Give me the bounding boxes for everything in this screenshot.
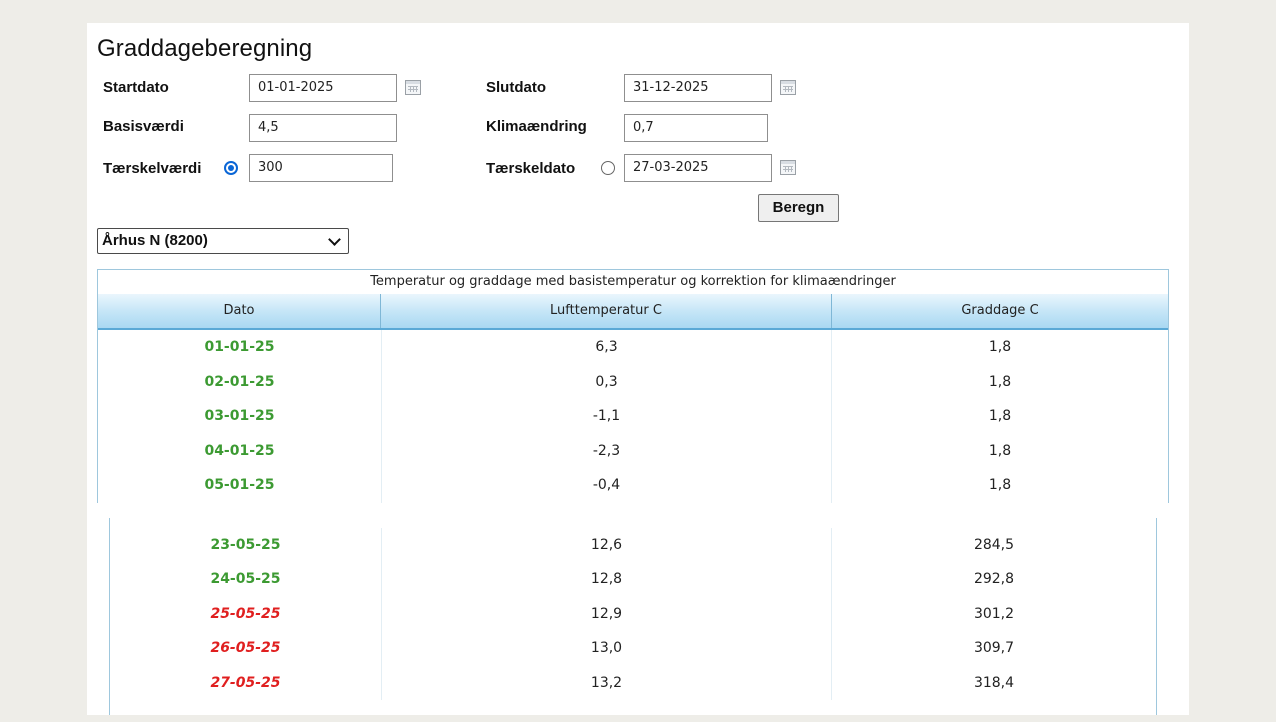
table-row: 05-01-25 -0,4 1,8	[98, 468, 1168, 503]
temperature-cell: 12,9	[381, 596, 832, 632]
taerskelvaerdi-label: Tærskelværdi	[103, 160, 202, 177]
startdato-label: Startdato	[103, 79, 169, 96]
graddage-cell: 292,8	[973, 571, 1015, 588]
basisvaerdi-label: Basisværdi	[103, 118, 184, 135]
date-cell: 24-05-25	[210, 571, 281, 588]
station-select-value: Århus N (8200)	[102, 232, 208, 249]
temperature-cell: -0,4	[381, 468, 832, 503]
table-header: Dato Lufttemperatur C Graddage C	[98, 294, 1168, 330]
column-header-graddage[interactable]: Graddage C	[832, 294, 1168, 328]
table-row: 01-01-25 6,3 1,8	[98, 330, 1168, 365]
temperature-cell: -2,3	[381, 433, 832, 469]
temperature-cell: 6,3	[381, 330, 832, 365]
chevron-down-icon	[328, 233, 341, 246]
temperature-cell: 13,0	[381, 631, 832, 666]
date-cell: 04-01-25	[204, 442, 275, 459]
column-header-lufttemperatur[interactable]: Lufttemperatur C	[381, 294, 832, 328]
temperature-cell: 13,2	[381, 665, 832, 700]
date-cell: 26-05-25	[210, 640, 281, 657]
klimaaendring-label: Klimaændring	[486, 118, 587, 135]
table-row: 27-05-25 13,2 318,4	[110, 665, 1156, 700]
table-row: 24-05-25 12,8 292,8	[110, 562, 1156, 597]
page-title: Graddageberegning	[97, 35, 313, 62]
temperature-cell: 12,8	[381, 562, 832, 597]
graddage-cell: 301,2	[973, 605, 1015, 622]
graddage-cell: 1,8	[988, 408, 1012, 425]
temperature-cell: 12,6	[381, 528, 832, 563]
main-panel: Graddageberegning Startdato 01-01-2025 S…	[87, 23, 1189, 715]
date-cell: 25-05-25	[210, 605, 281, 622]
calendar-icon[interactable]	[780, 160, 796, 175]
date-cell: 23-05-25	[210, 537, 281, 553]
graddage-cell: 318,4	[973, 674, 1015, 691]
date-cell: 03-01-25	[204, 408, 275, 425]
table-caption: Temperatur og graddage med basistemperat…	[370, 274, 896, 289]
station-select[interactable]: Århus N (8200)	[97, 228, 349, 254]
taerskeldato-radio[interactable]	[601, 161, 615, 175]
basisvaerdi-input[interactable]: 4,5	[249, 114, 397, 142]
results-table: Temperatur og graddage med basistemperat…	[97, 269, 1169, 503]
graddage-cell: 1,8	[988, 442, 1012, 459]
calendar-icon[interactable]	[780, 80, 796, 95]
graddage-cell: 1,8	[988, 373, 1012, 390]
graddage-cell: 1,8	[988, 477, 1012, 494]
taerskelvaerdi-radio[interactable]	[224, 161, 238, 175]
column-header-dato[interactable]: Dato	[98, 294, 381, 328]
taerskeldato-label: Tærskeldato	[486, 160, 576, 177]
taerskeldato-input[interactable]: 27-03-2025	[624, 154, 772, 182]
date-cell: 27-05-25	[210, 674, 281, 691]
results-table-continued: 23-05-25 12,6 284,5 24-05-25 12,8 292,8 …	[109, 518, 1157, 715]
beregn-button[interactable]: Beregn	[758, 194, 839, 222]
date-cell: 02-01-25	[204, 373, 275, 390]
table-row: 02-01-25 0,3 1,8	[98, 364, 1168, 400]
table-row: 23-05-25 12,6 284,5	[110, 528, 1156, 563]
temperature-cell: -1,1	[381, 399, 832, 434]
slutdato-label: Slutdato	[486, 79, 546, 96]
table-row: 26-05-25 13,0 309,7	[110, 631, 1156, 666]
calendar-icon[interactable]	[405, 80, 421, 95]
table-row: 04-01-25 -2,3 1,8	[98, 433, 1168, 469]
table-row: 03-01-25 -1,1 1,8	[98, 399, 1168, 434]
date-cell: 01-01-25	[204, 339, 275, 355]
graddage-cell: 1,8	[988, 339, 1012, 355]
klimaaendring-input[interactable]: 0,7	[624, 114, 768, 142]
temperature-cell: 0,3	[381, 364, 832, 400]
table-row: 25-05-25 12,9 301,2	[110, 596, 1156, 632]
date-cell: 05-01-25	[204, 477, 275, 494]
graddage-cell: 309,7	[973, 640, 1015, 657]
graddage-cell: 284,5	[973, 537, 1015, 553]
startdato-input[interactable]: 01-01-2025	[249, 74, 397, 102]
taerskelvaerdi-input[interactable]: 300	[249, 154, 393, 182]
slutdato-input[interactable]: 31-12-2025	[624, 74, 772, 102]
